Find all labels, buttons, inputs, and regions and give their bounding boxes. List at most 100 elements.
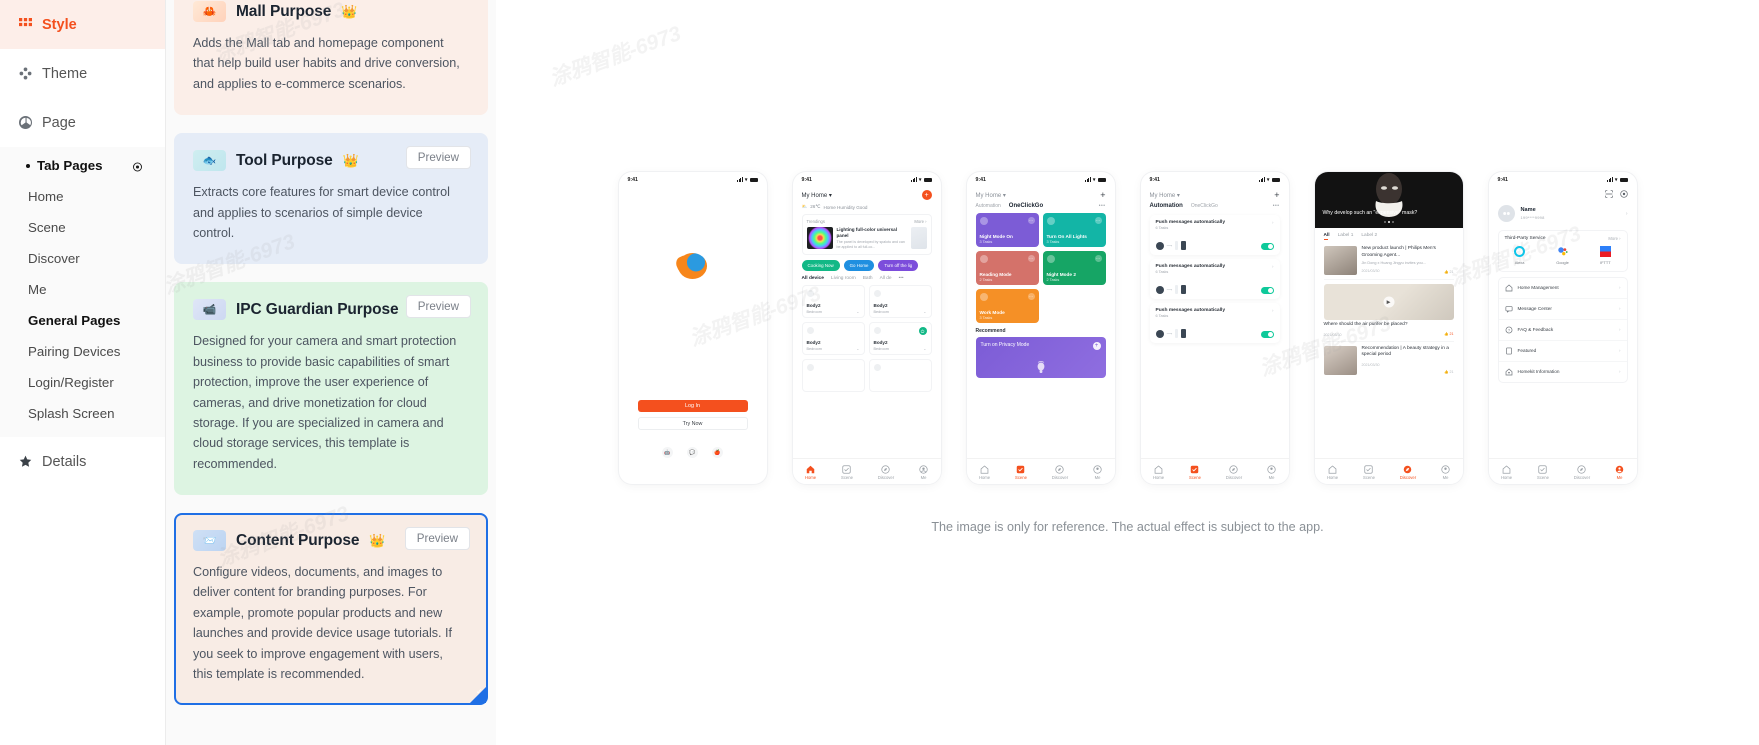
chevron-right-icon[interactable]: › [1272,264,1274,269]
device-card[interactable]: Body2 Bedroom ⌄ [868,285,932,319]
menu-item-home-management[interactable]: Home Management › [1498,278,1627,299]
add-scene-button[interactable]: + [1100,190,1105,200]
tab-discover[interactable]: Discover [1400,465,1416,480]
try-now-button[interactable]: Try Now [637,417,748,430]
tab-home[interactable]: Home [1501,465,1512,480]
like-count[interactable]: 👍 21 [1444,270,1453,274]
template-card-ipc-guardian[interactable]: Preview 📹 IPC Guardian Purpose 👑 Designe… [174,282,488,496]
home-selector[interactable]: My Home ▾ [1150,192,1180,199]
sidebar-subhead-general-pages[interactable]: General Pages [0,305,165,336]
recommend-card[interactable]: Turn on Privacy Mode + [975,337,1106,378]
sidebar-item-home[interactable]: Home [0,181,165,212]
sidebar-item-pairing-devices[interactable]: Pairing Devices [0,336,165,367]
scene-menu-icon[interactable]: ⋯ [1027,293,1035,300]
segment-automation[interactable]: Automation [1150,203,1183,209]
settings-icon[interactable] [1619,190,1628,198]
scene-card[interactable]: ⋯ Night Mode 2 2 Tasks [1042,251,1106,285]
menu-item-featured[interactable]: Featured › [1498,341,1627,362]
preview-button[interactable]: Preview [405,146,471,170]
service-ifttt[interactable]: IFTTT [1599,246,1611,265]
tab-home[interactable]: Home [979,465,990,480]
wechat-icon[interactable]: 💬 [687,447,698,458]
scene-pill[interactable]: Cooking Now [801,260,840,272]
third-party-more-link[interactable]: More › [1608,236,1620,241]
room-filter-bath[interactable]: Bath [863,276,873,281]
automation-card[interactable]: Push messages automatically 6 Tasks › ⟶ [1149,215,1280,255]
room-filter-overflow-icon[interactable]: ••• [899,276,904,281]
device-card[interactable]: ⏻ Body2 Bedroom ⌄ [868,322,932,356]
room-filter-living[interactable]: Living room [831,276,856,281]
tab-me[interactable]: Me [1441,465,1450,480]
tab-home[interactable]: Home [805,465,816,480]
feed-item[interactable]: Recommendation | A beauty strategy in a … [1323,342,1454,379]
chevron-down-icon[interactable]: ⌄ [923,346,926,351]
android-icon[interactable]: 🤖 [662,447,673,458]
like-count[interactable]: 👍 21 [1444,332,1453,336]
tab-discover[interactable]: Discover [878,465,894,480]
sidebar-item-scene[interactable]: Scene [0,212,165,243]
home-selector[interactable]: My Home ▾ [976,192,1006,199]
scene-menu-icon[interactable]: ⋯ [1027,217,1035,224]
tab-me[interactable]: Me [919,465,928,480]
apple-icon[interactable]: 🍎 [712,447,723,458]
home-selector[interactable]: My Home ▾ [802,192,832,199]
tab-scene[interactable]: Scene [1189,465,1201,480]
discover-hero[interactable]: 9:41 ▾ Why develop such an "expensi [1314,172,1463,228]
device-card[interactable]: Body2 Bedroom ⌄ [801,322,865,356]
automation-card[interactable]: Push messages automatically 6 Tasks › ⟶ [1149,259,1280,299]
sidebar-item-me[interactable]: Me [0,274,165,305]
preview-button[interactable]: Preview [404,527,470,551]
overflow-menu-icon[interactable]: ••• [1273,203,1280,209]
sidebar-item-login-register[interactable]: Login/Register [0,367,165,398]
tab-discover[interactable]: Discover [1574,465,1590,480]
automation-toggle[interactable] [1260,287,1274,294]
menu-item-message-center[interactable]: Message Center › [1498,299,1627,320]
scan-icon[interactable] [1604,190,1613,198]
sidebar-item-style[interactable]: Style [0,0,165,49]
automation-toggle[interactable] [1260,243,1274,250]
tab-scene[interactable]: Scene [1537,465,1549,480]
device-card[interactable]: Body2 Bedroom ⌄ [801,285,865,319]
tab-me[interactable]: Me [1615,465,1624,480]
tab-home[interactable]: Home [1153,465,1164,480]
chevron-right-icon[interactable]: › [1626,211,1628,217]
device-card[interactable] [801,359,865,393]
scene-card[interactable]: ⋯ Work Mode 3 Tasks [975,289,1039,323]
template-card-content[interactable]: Preview 📨 Content Purpose 👑 Configure vi… [174,513,488,706]
service-google[interactable]: Google [1556,246,1569,265]
tab-discover[interactable]: Discover [1052,465,1068,480]
sidebar-item-theme[interactable]: Theme [0,49,165,98]
filter-all[interactable]: All [1323,233,1330,240]
chevron-down-icon[interactable]: ⌄ [856,309,859,314]
preview-button[interactable]: Preview [405,295,471,319]
chevron-down-icon[interactable]: ⌄ [923,309,926,314]
chevron-down-icon[interactable]: ⌄ [856,346,859,351]
automation-card[interactable]: Push messages automatically 6 Tasks › ⟶ [1149,303,1280,343]
feed-item[interactable]: ▶ Where should the air purifer be placed… [1323,284,1454,342]
carousel-dots[interactable] [1383,221,1394,223]
login-button[interactable]: Log In [637,399,748,413]
feed-item[interactable]: New product launch | Philips Men's Groom… [1323,242,1454,280]
room-filter-more[interactable]: All de [880,276,892,281]
template-card-tool[interactable]: Preview 🐟 Tool Purpose 👑 Extracts core f… [174,133,488,265]
sidebar-item-details[interactable]: Details [0,437,165,486]
add-automation-button[interactable]: + [1274,190,1279,200]
sidebar-subhead-tab-pages[interactable]: Tab Pages [0,150,165,181]
tab-home[interactable]: Home [1327,465,1338,480]
sidebar-item-page[interactable]: Page [0,98,165,147]
chevron-right-icon[interactable]: › [1272,308,1274,313]
tab-me[interactable]: Me [1093,465,1102,480]
tab-scene[interactable]: Scene [1363,465,1375,480]
chevron-right-icon[interactable]: › [1272,220,1274,225]
gear-icon[interactable] [132,160,143,171]
device-card[interactable] [868,359,932,393]
segment-oneclickgo[interactable]: OneClickGo [1009,203,1043,209]
trending-more-link[interactable]: More › [914,219,926,224]
trending-card[interactable]: Trendings More › Lighting full-color uni… [801,214,932,256]
menu-item-faq-feedback[interactable]: ? FAQ & Feedback › [1498,320,1627,341]
power-toggle-icon[interactable]: ⏻ [918,327,927,336]
add-recommend-icon[interactable]: + [1092,342,1101,350]
scene-card[interactable]: ⋯ Reading Mode 2 Tasks [975,251,1039,285]
scene-menu-icon[interactable]: ⋯ [1094,255,1102,262]
tab-discover[interactable]: Discover [1226,465,1242,480]
